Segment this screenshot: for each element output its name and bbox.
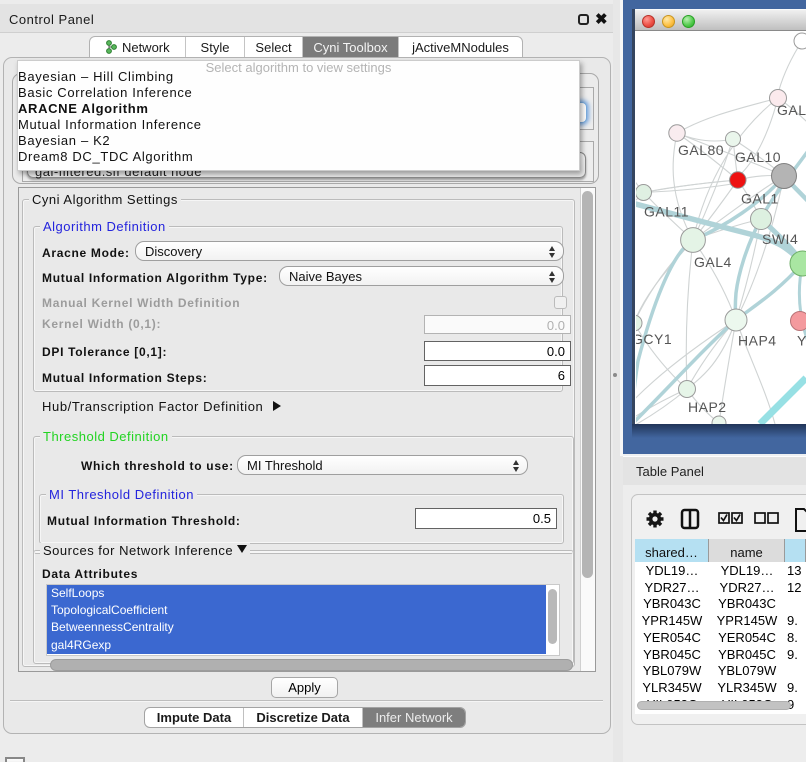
svg-text:GAL10: GAL10 [735, 149, 781, 165]
svg-text:HAP4: HAP4 [738, 333, 777, 349]
svg-text:GCY1: GCY1 [636, 331, 672, 347]
svg-text:GAL1: GAL1 [741, 191, 779, 207]
svg-text:HAP2: HAP2 [688, 399, 727, 415]
svg-text:GAL4: GAL4 [694, 254, 732, 270]
svg-text:SWI4: SWI4 [762, 231, 798, 247]
svg-text:GAL80: GAL80 [678, 142, 724, 158]
svg-text:GAL7: GAL7 [777, 102, 806, 118]
svg-text:Y: Y [797, 333, 806, 349]
svg-text:GAL11: GAL11 [644, 204, 689, 220]
